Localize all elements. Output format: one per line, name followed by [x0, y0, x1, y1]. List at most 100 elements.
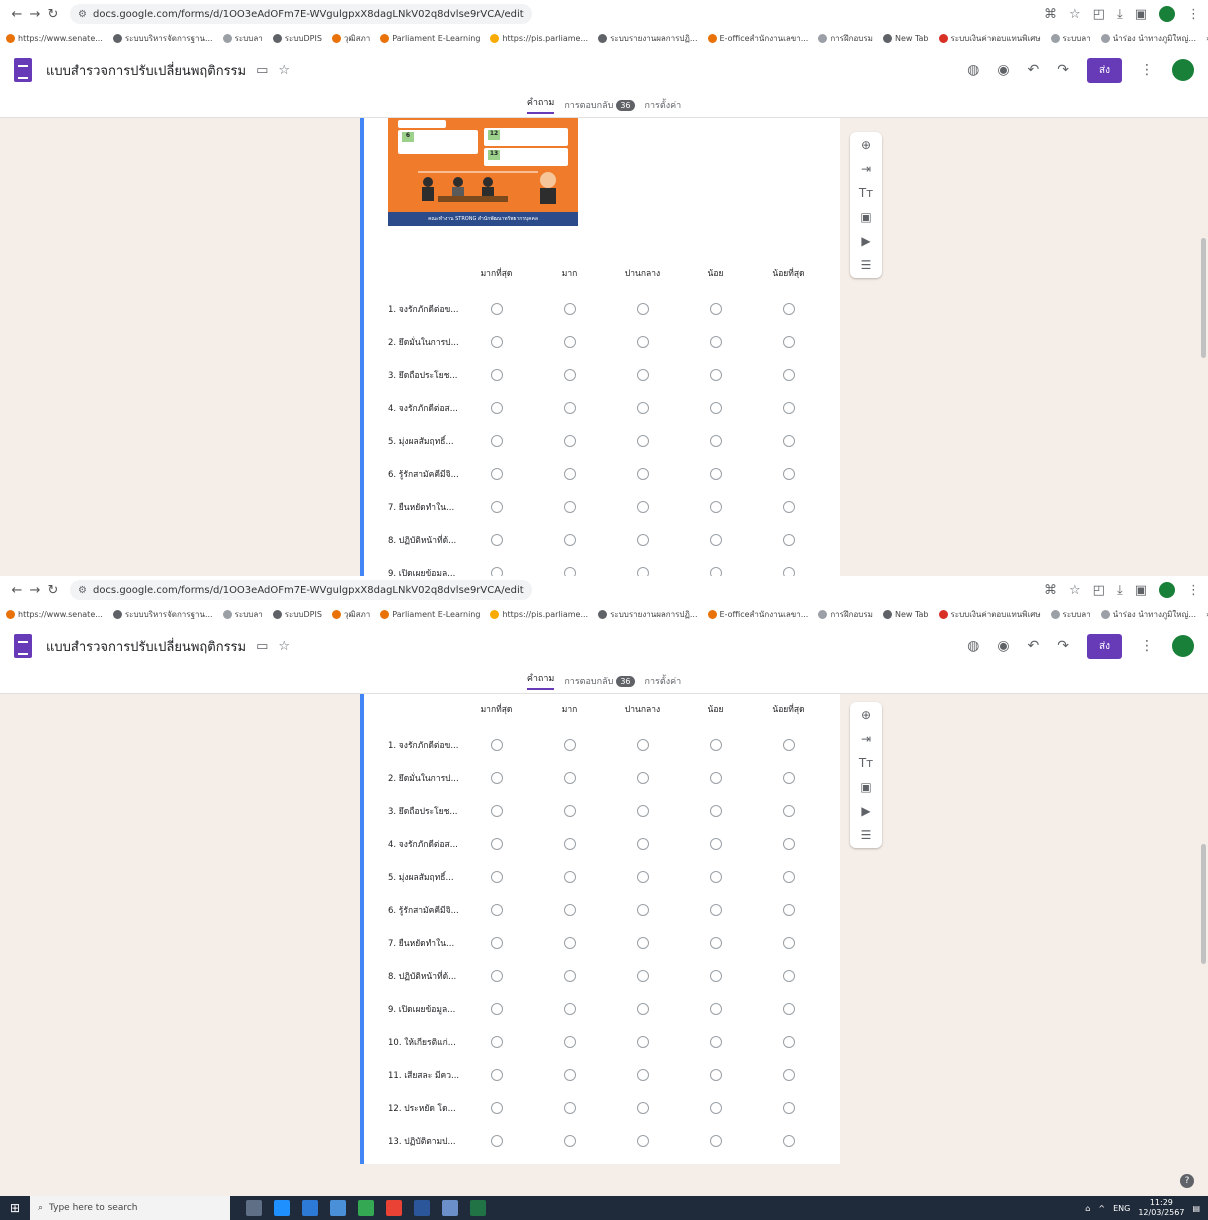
scrollbar[interactable]: [1201, 844, 1206, 964]
radio-button[interactable]: [782, 501, 795, 513]
radio-button[interactable]: [563, 1135, 576, 1147]
radio-button[interactable]: [490, 303, 503, 315]
radio-button[interactable]: [490, 805, 503, 817]
radio-button[interactable]: [782, 739, 795, 751]
radio-button[interactable]: [490, 1003, 503, 1015]
radio-button[interactable]: [782, 871, 795, 883]
network-icon[interactable]: ⌂: [1085, 1204, 1090, 1213]
radio-button[interactable]: [636, 1102, 649, 1114]
edge-icon[interactable]: [274, 1200, 290, 1216]
radio-button[interactable]: [636, 468, 649, 480]
radio-button[interactable]: [490, 871, 503, 883]
radio-button[interactable]: [782, 1135, 795, 1147]
outlook-icon[interactable]: [302, 1200, 318, 1216]
radio-button[interactable]: [563, 501, 576, 513]
bookmark-item[interactable]: ระบบบริหารจัดการฐาน...: [112, 32, 213, 45]
radio-button[interactable]: [636, 303, 649, 315]
bookmark-item[interactable]: Parliament E-Learning: [380, 609, 480, 619]
radio-button[interactable]: [709, 468, 722, 480]
radio-button[interactable]: [709, 1036, 722, 1048]
back-icon[interactable]: ←: [8, 7, 26, 22]
bookmark-item[interactable]: ระบบรายงานผลการปฏิ...: [598, 32, 698, 45]
excel-icon[interactable]: [470, 1200, 486, 1216]
profile-icon[interactable]: [1159, 582, 1175, 598]
bookmark-item[interactable]: https://pis.parliame...: [490, 609, 588, 619]
bookmark-item[interactable]: ระบบบริหารจัดการฐาน...: [112, 608, 213, 621]
radio-button[interactable]: [709, 904, 722, 916]
radio-button[interactable]: [709, 336, 722, 348]
radio-button[interactable]: [636, 739, 649, 751]
download-icon[interactable]: ⤓: [1117, 7, 1123, 22]
radio-button[interactable]: [782, 772, 795, 784]
add-image-icon[interactable]: ▣: [860, 780, 871, 794]
form-title[interactable]: แบบสำรวจการปรับเปลี่ยนพฤติกรรม: [46, 60, 246, 81]
radio-button[interactable]: [782, 369, 795, 381]
radio-button[interactable]: [490, 402, 503, 414]
radio-button[interactable]: [563, 369, 576, 381]
add-image-icon[interactable]: ▣: [860, 210, 871, 224]
radio-button[interactable]: [709, 871, 722, 883]
forward-icon[interactable]: →: [26, 583, 44, 598]
import-questions-icon[interactable]: ⇥: [861, 162, 871, 176]
bookmark-item[interactable]: https://www.senate...: [6, 609, 103, 619]
download-icon[interactable]: ⤓: [1117, 583, 1123, 598]
reload-icon[interactable]: ↻: [44, 583, 62, 598]
radio-button[interactable]: [563, 1036, 576, 1048]
radio-button[interactable]: [709, 772, 722, 784]
radio-button[interactable]: [563, 534, 576, 546]
radio-button[interactable]: [490, 1036, 503, 1048]
radio-button[interactable]: [782, 1102, 795, 1114]
radio-button[interactable]: [490, 739, 503, 751]
chrome-icon[interactable]: [386, 1200, 402, 1216]
question-card[interactable]: มากที่สุด มาก ปานกลาง น้อย น้อยที่สุด 1. จงร…: [360, 694, 840, 1164]
bookmark-item[interactable]: New Tab: [882, 609, 929, 619]
radio-button[interactable]: [782, 937, 795, 949]
radio-button[interactable]: [782, 1003, 795, 1015]
radio-button[interactable]: [636, 805, 649, 817]
radio-button[interactable]: [563, 567, 576, 576]
radio-button[interactable]: [636, 937, 649, 949]
radio-button[interactable]: [709, 369, 722, 381]
reload-icon[interactable]: ↻: [44, 7, 62, 22]
bookmark-item[interactable]: นำร่อง นำทางภูมิใหญ่...: [1100, 32, 1196, 45]
radio-button[interactable]: [709, 838, 722, 850]
bookmark-item[interactable]: การฝึกอบรม: [818, 608, 873, 621]
file-explorer-icon[interactable]: [442, 1200, 458, 1216]
radio-button[interactable]: [709, 534, 722, 546]
redo-icon[interactable]: ↷: [1057, 62, 1069, 78]
radio-button[interactable]: [490, 534, 503, 546]
bookmark-item[interactable]: ระบบDPIS: [272, 32, 322, 45]
tab-1[interactable]: การตอบกลับ 36: [564, 98, 635, 112]
radio-button[interactable]: [709, 970, 722, 982]
word-icon[interactable]: [414, 1200, 430, 1216]
radio-button[interactable]: [782, 435, 795, 447]
sidepanel-icon[interactable]: ▣: [1135, 583, 1147, 598]
add-title-icon[interactable]: Tт: [859, 756, 873, 770]
folder-icon[interactable]: ▭: [256, 63, 268, 78]
radio-button[interactable]: [563, 1069, 576, 1081]
radio-button[interactable]: [709, 1135, 722, 1147]
translate-icon[interactable]: ⌘: [1044, 7, 1057, 22]
add-video-icon[interactable]: ▶: [861, 234, 870, 248]
avatar[interactable]: [1172, 59, 1194, 81]
tab-1[interactable]: การตอบกลับ 36: [564, 674, 635, 688]
redo-icon[interactable]: ↷: [1057, 638, 1069, 654]
bookmark-item[interactable]: ระบบเงินค่าตอบแทนพิเศษ: [938, 32, 1041, 45]
radio-button[interactable]: [636, 567, 649, 576]
radio-button[interactable]: [636, 1069, 649, 1081]
bookmark-item[interactable]: E-officeสำนักงานเลขา...: [707, 608, 808, 621]
radio-button[interactable]: [563, 336, 576, 348]
add-section-icon[interactable]: ☰: [861, 828, 872, 842]
bookmark-star-icon[interactable]: ☆: [1069, 7, 1081, 22]
radio-button[interactable]: [490, 369, 503, 381]
radio-button[interactable]: [782, 534, 795, 546]
task-view-icon[interactable]: [246, 1200, 262, 1216]
site-info-icon[interactable]: ⚙: [78, 9, 87, 20]
radio-button[interactable]: [636, 534, 649, 546]
radio-button[interactable]: [636, 1036, 649, 1048]
radio-button[interactable]: [782, 838, 795, 850]
star-icon[interactable]: ☆: [278, 639, 290, 654]
radio-button[interactable]: [636, 336, 649, 348]
radio-button[interactable]: [709, 1102, 722, 1114]
add-question-icon[interactable]: ⊕: [861, 138, 871, 152]
